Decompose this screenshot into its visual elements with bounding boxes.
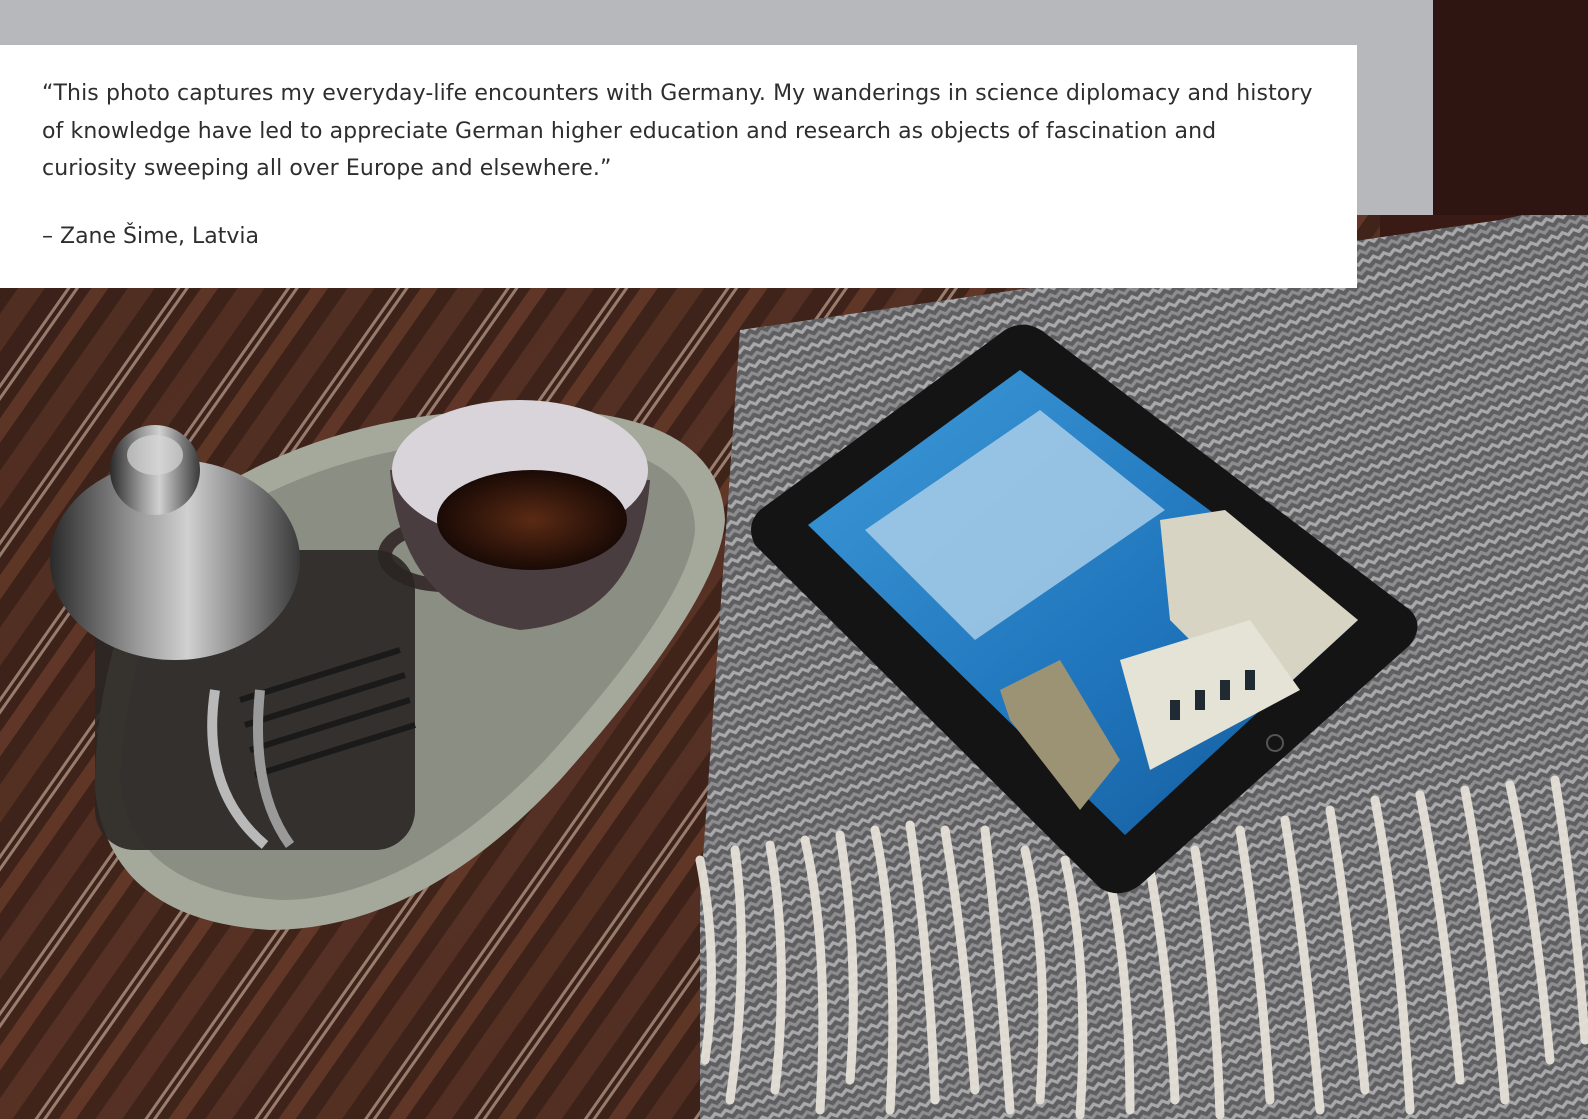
quote-card: “This photo captures my everyday-life en… — [0, 45, 1357, 288]
quote-text: “This photo captures my everyday-life en… — [42, 81, 1313, 181]
quote-author: – Zane Šime, Latvia — [42, 223, 260, 249]
